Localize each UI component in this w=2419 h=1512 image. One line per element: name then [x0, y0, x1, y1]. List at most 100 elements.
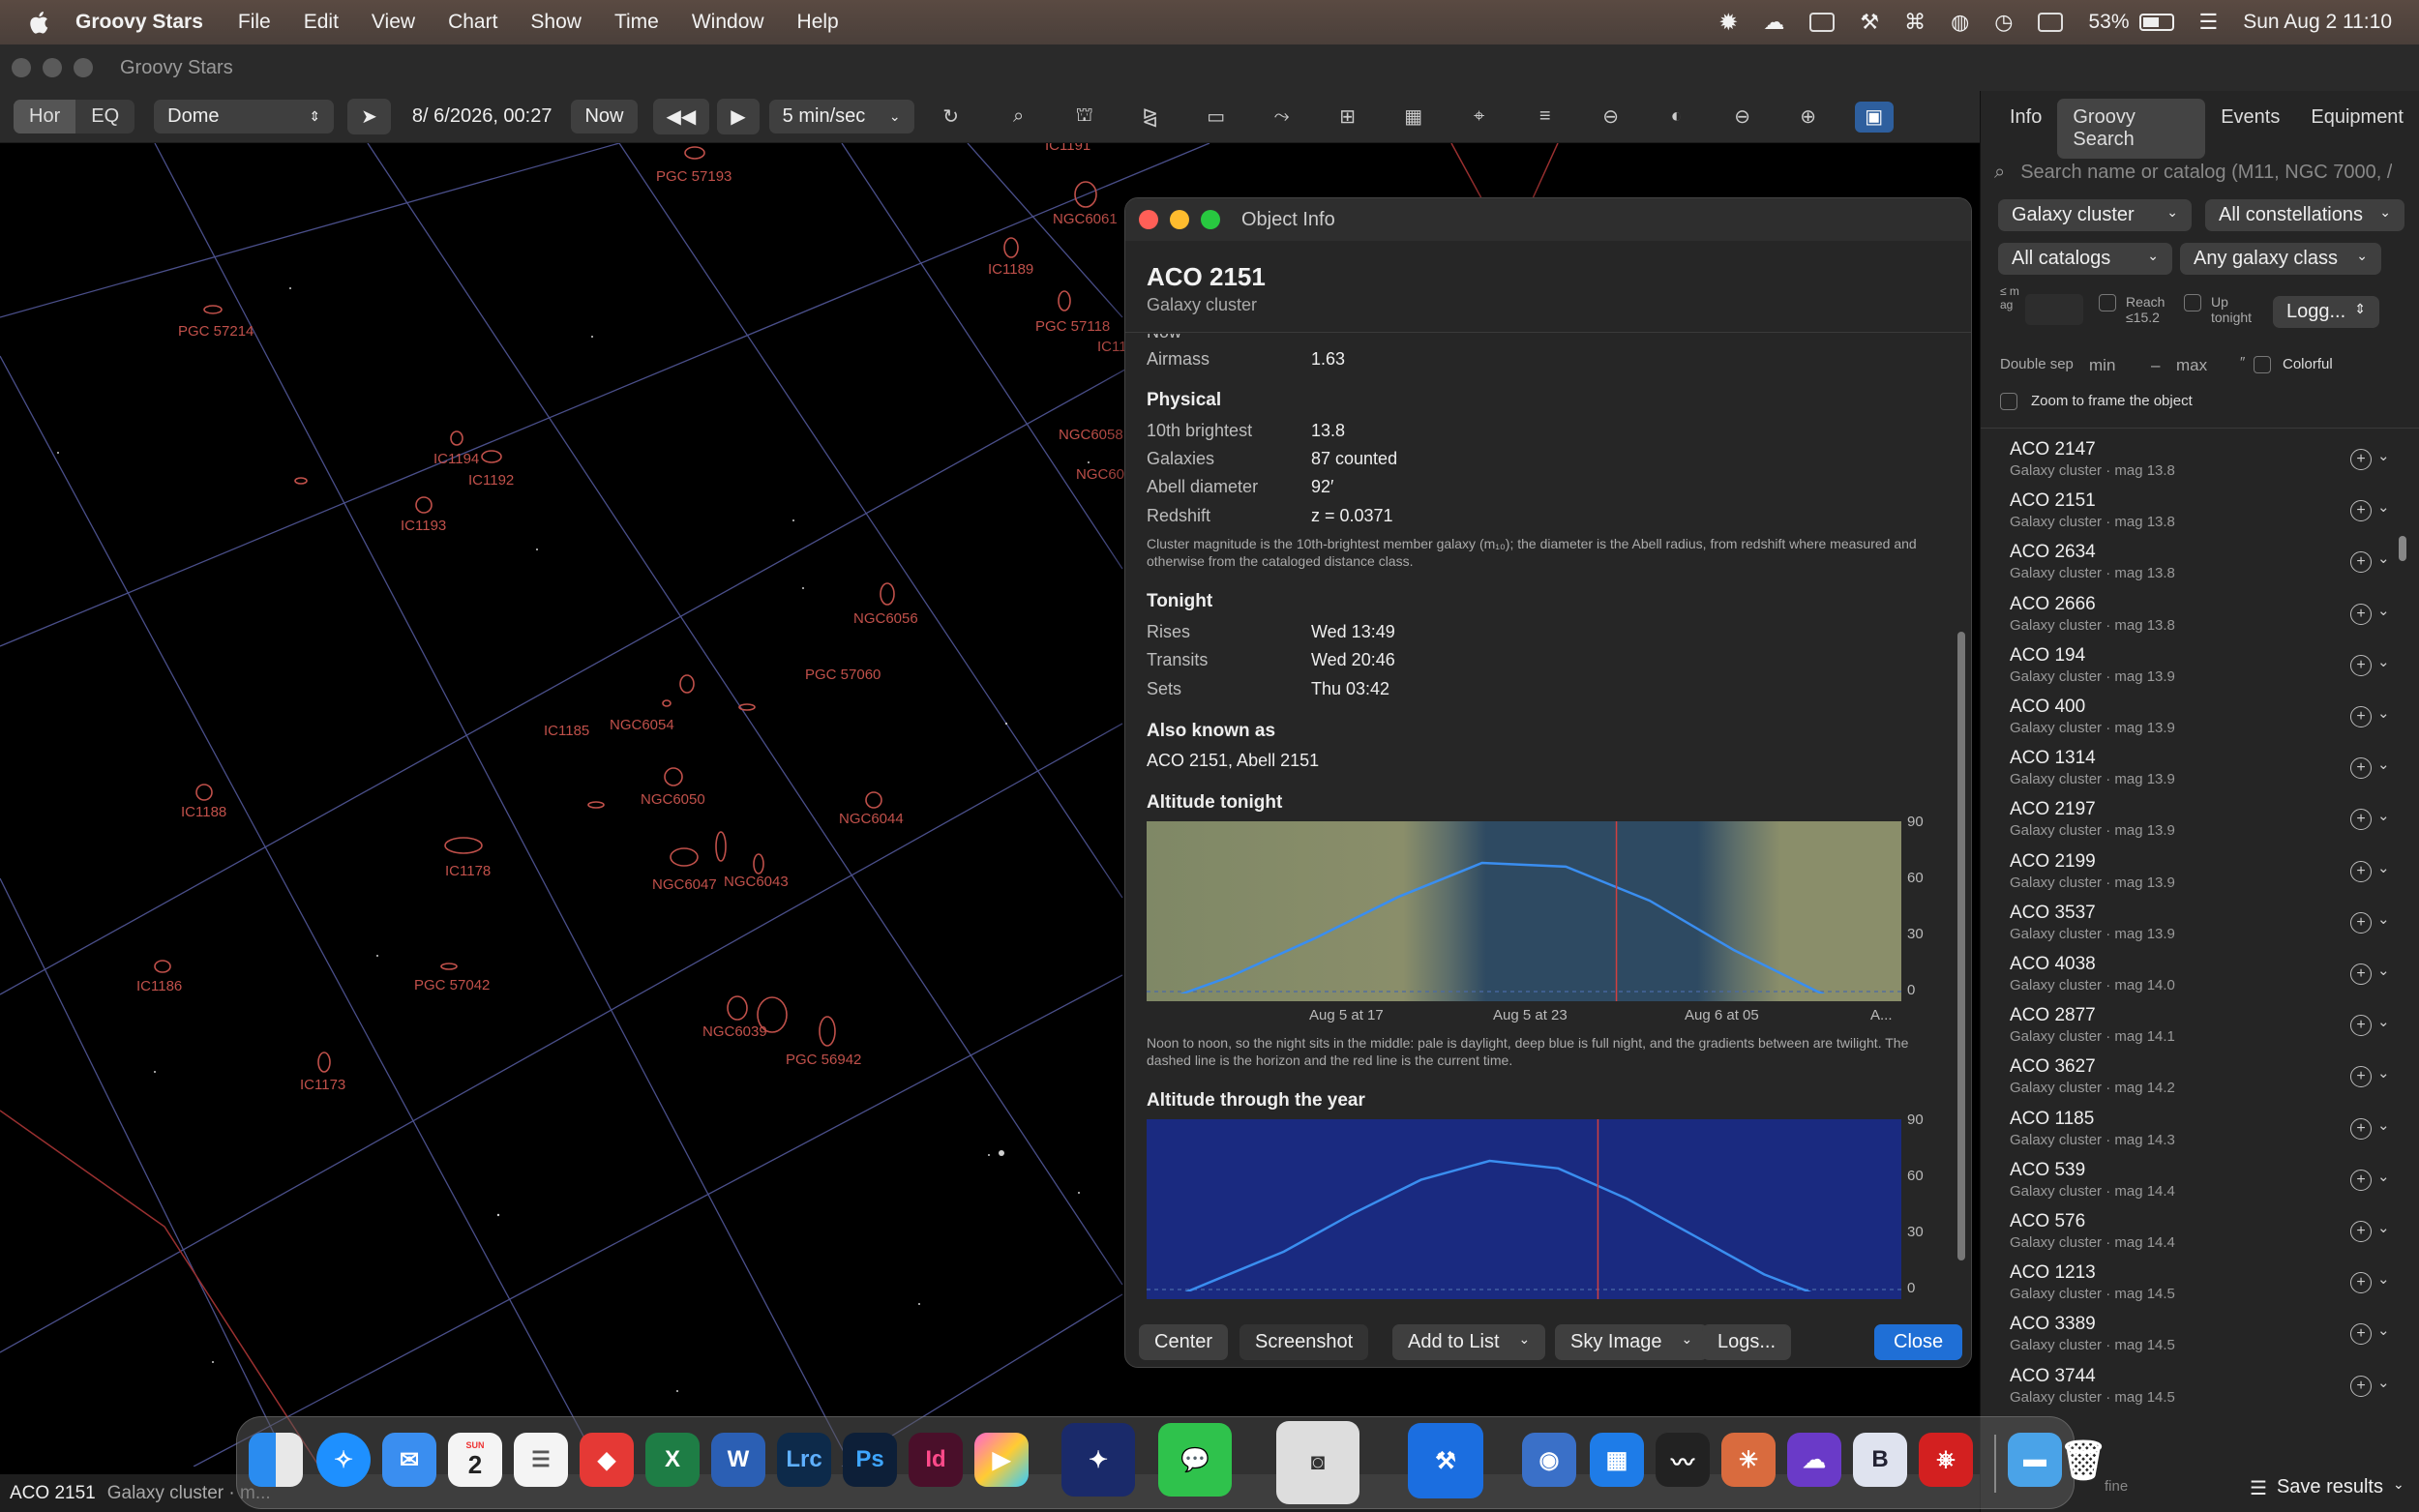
- menu-chart[interactable]: Chart: [448, 11, 497, 34]
- result-row[interactable]: ACO 1314 Galaxy cluster · mag 13.9 + ⌄: [2010, 748, 2416, 799]
- status-sun-icon[interactable]: ✹: [1718, 9, 1738, 37]
- sky-label[interactable]: IC1193: [401, 518, 446, 534]
- sky-label[interactable]: IC1192: [468, 472, 514, 489]
- add-plus-icon[interactable]: +: [2350, 757, 2372, 780]
- result-row[interactable]: ACO 539 Galaxy cluster · mag 14.4 + ⌄: [2010, 1160, 2416, 1211]
- chevron-down-icon[interactable]: ⌄: [2377, 1270, 2390, 1288]
- chevron-down-icon[interactable]: ⌄: [2377, 1374, 2390, 1391]
- sky-label[interactable]: NGC6044: [839, 811, 904, 827]
- chevron-down-icon[interactable]: ⌄: [2377, 704, 2390, 722]
- tab-equipment[interactable]: Equipment: [2295, 99, 2419, 159]
- window-minimize-button[interactable]: [43, 58, 62, 77]
- search-field[interactable]: ⌕ Search name or catalog (M11, NGC 7000,…: [1994, 153, 2410, 192]
- result-row[interactable]: ACO 2199 Galaxy cluster · mag 13.9 + ⌄: [2010, 851, 2416, 903]
- chevron-down-icon[interactable]: ⌄: [2377, 1321, 2390, 1339]
- rewind-button[interactable]: ◀◀: [652, 99, 710, 134]
- sky-label[interactable]: IC1186: [136, 978, 182, 994]
- folder-icon[interactable]: ▬: [2008, 1433, 2062, 1487]
- chevron-down-icon[interactable]: ⌄: [2377, 1168, 2390, 1185]
- results-scroll-thumb[interactable]: [2399, 536, 2406, 561]
- screenshot-button[interactable]: Screenshot: [1239, 1324, 1369, 1360]
- final-cut-icon[interactable]: ▶: [974, 1433, 1029, 1487]
- info-close-button[interactable]: [1139, 210, 1158, 229]
- now-button[interactable]: Now: [571, 100, 638, 133]
- status-tools-icon[interactable]: ⚒: [1860, 10, 1879, 35]
- sliders-icon[interactable]: ≡: [1526, 102, 1565, 133]
- object-type-popup[interactable]: Galaxy cluster ⌄: [1998, 199, 2192, 231]
- flip-icon[interactable]: ⧎: [1131, 102, 1170, 133]
- menu-help[interactable]: Help: [797, 11, 839, 34]
- bbedit-icon[interactable]: B: [1853, 1433, 1907, 1487]
- result-row[interactable]: ACO 576 Galaxy cluster · mag 14.4 + ⌄: [2010, 1211, 2416, 1262]
- add-plus-icon[interactable]: +: [2350, 603, 2372, 625]
- max-field[interactable]: max: [2176, 356, 2207, 375]
- menu-view[interactable]: View: [372, 11, 415, 34]
- eq-mode-button[interactable]: EQ: [75, 100, 134, 133]
- magnitude-input[interactable]: [2025, 294, 2083, 325]
- result-row[interactable]: ACO 2197 Galaxy cluster · mag 13.9 + ⌄: [2010, 799, 2416, 850]
- chevron-down-icon[interactable]: ⌄: [2377, 602, 2390, 619]
- sky-label[interactable]: IC1194: [433, 451, 479, 467]
- add-plus-icon[interactable]: +: [2350, 1375, 2372, 1397]
- menubar-clock[interactable]: Sun Aug 2 11:10: [2243, 11, 2392, 34]
- rate-popup[interactable]: 5 min/sec ⌄: [768, 100, 914, 133]
- sky-label[interactable]: NGC6058: [1059, 427, 1123, 443]
- status-keyboard-icon[interactable]: [2038, 13, 2064, 32]
- sky-label[interactable]: PGC 57118: [1035, 318, 1110, 335]
- result-row[interactable]: ACO 3744 Galaxy cluster · mag 14.5 + ⌄: [2010, 1366, 2416, 1417]
- result-row[interactable]: ACO 400 Galaxy cluster · mag 13.9 + ⌄: [2010, 697, 2416, 748]
- sky-label[interactable]: IC1191: [1045, 143, 1090, 154]
- tab-info[interactable]: Info: [1994, 99, 2057, 159]
- center-button[interactable]: Center: [1139, 1324, 1229, 1360]
- menu-file[interactable]: File: [238, 11, 271, 34]
- tab-events[interactable]: Events: [2205, 99, 2295, 159]
- menu-edit[interactable]: Edit: [304, 11, 339, 34]
- sky-label[interactable]: NGC6047: [652, 876, 717, 893]
- sky-image-button[interactable]: Sky Image ⌄: [1555, 1324, 1709, 1360]
- result-row[interactable]: ACO 2151 Galaxy cluster · mag 13.8 + ⌄: [2010, 490, 2416, 542]
- zoom-frame-checkbox[interactable]: [2000, 393, 2017, 410]
- groovy-stars-icon[interactable]: ✦: [1061, 1423, 1135, 1497]
- sky-label[interactable]: IC1185: [544, 723, 589, 739]
- location-button[interactable]: ➤: [347, 99, 391, 134]
- excel-icon[interactable]: X: [645, 1433, 700, 1487]
- tab-groovy-search[interactable]: Groovy Search: [2057, 99, 2206, 159]
- chevron-down-icon[interactable]: ⌄: [2377, 1064, 2390, 1082]
- info-scrollbar[interactable]: [1956, 341, 1967, 1299]
- calendar-icon[interactable]: SUN 2: [448, 1433, 502, 1487]
- chevron-down-icon[interactable]: ⌄: [2377, 1013, 2390, 1030]
- sky-label[interactable]: NGC6054: [610, 717, 674, 733]
- up-tonight-checkbox[interactable]: [2184, 294, 2201, 311]
- result-row[interactable]: ACO 3389 Galaxy cluster · mag 14.5 + ⌄: [2010, 1314, 2416, 1365]
- reminders-icon[interactable]: ☰: [514, 1433, 568, 1487]
- word-icon[interactable]: W: [711, 1433, 765, 1487]
- screenshot-app-icon[interactable]: ◙: [1276, 1421, 1359, 1504]
- sky-label[interactable]: PGC 57042: [414, 977, 490, 993]
- results-scrollbar[interactable]: [2399, 443, 2408, 1507]
- crosshair-icon[interactable]: ⌖: [1460, 102, 1499, 133]
- sky-label[interactable]: PGC 57060: [805, 667, 881, 683]
- sky-label[interactable]: IC1178: [445, 863, 491, 879]
- apple-menu-icon[interactable]: [27, 10, 50, 35]
- bear-icon[interactable]: ◆: [580, 1433, 634, 1487]
- add-plus-icon[interactable]: +: [2350, 500, 2372, 522]
- table-icon[interactable]: ▦: [1394, 102, 1433, 133]
- close-button[interactable]: Close: [1874, 1324, 1963, 1360]
- sky-label[interactable]: NGC6061: [1053, 211, 1118, 227]
- chevron-down-icon[interactable]: ⌄: [2377, 859, 2390, 876]
- control-center-icon[interactable]: ☰: [2199, 10, 2219, 35]
- chevron-down-icon[interactable]: ⌄: [2377, 1116, 2390, 1134]
- sky-label[interactable]: NGC6050: [641, 791, 705, 808]
- chevron-down-icon[interactable]: ⌄: [2377, 549, 2390, 567]
- galaxy-class-popup[interactable]: Any galaxy class ⌄: [2180, 243, 2381, 275]
- min-field[interactable]: min: [2089, 356, 2115, 375]
- menu-show[interactable]: Show: [530, 11, 582, 34]
- sky-label[interactable]: NGC6039: [702, 1023, 767, 1040]
- chevron-down-icon[interactable]: ⌄: [2377, 498, 2390, 516]
- add-plus-icon[interactable]: +: [2350, 1015, 2372, 1037]
- add-to-list-button[interactable]: Add to List ⌄: [1392, 1324, 1546, 1360]
- finder-icon[interactable]: [249, 1433, 303, 1487]
- path-icon[interactable]: ⤳: [1263, 102, 1301, 133]
- messages-icon[interactable]: 💬: [1158, 1423, 1232, 1497]
- projection-popup[interactable]: Dome ⇕: [154, 100, 335, 133]
